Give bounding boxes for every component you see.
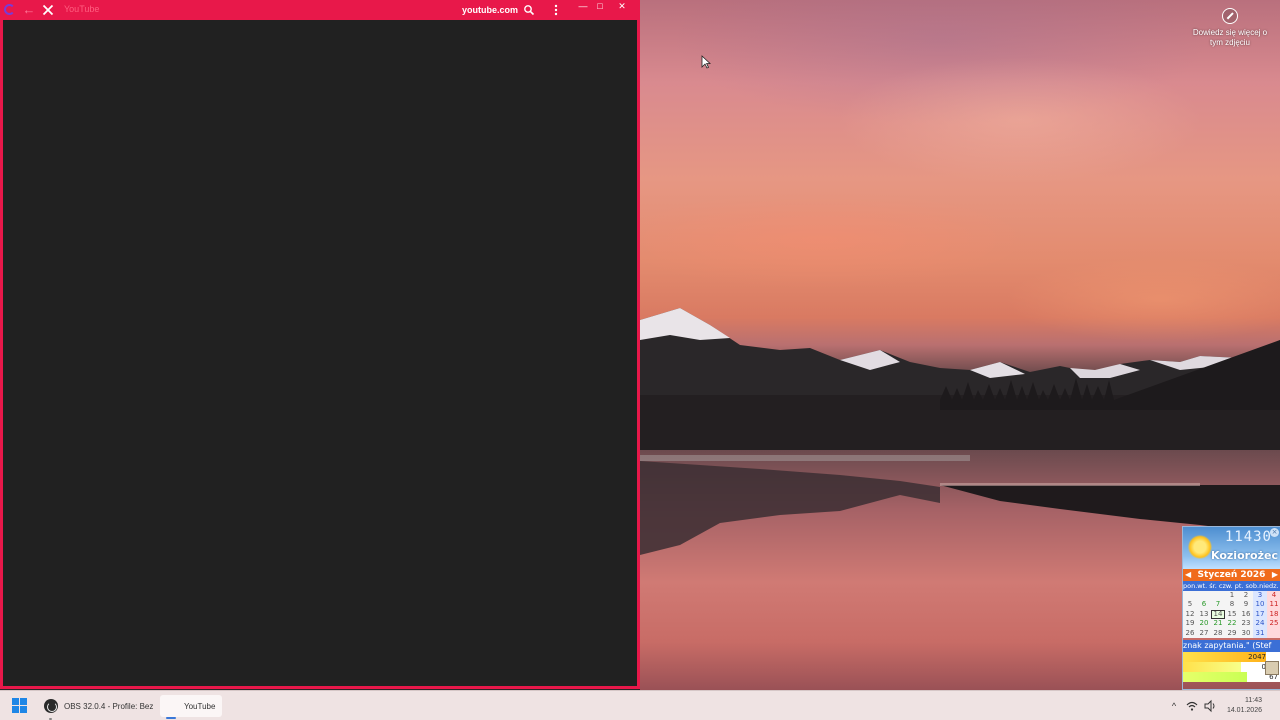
calendar-day[interactable]: 4	[1267, 591, 1280, 601]
browser-app-icon	[4, 4, 15, 15]
calendar-gadget[interactable]: 11430 × Koziorożec ◀ Styczeń 2026 ▶ pon.…	[1182, 526, 1280, 690]
spotlight-learn-more[interactable]: Dowiedz się więcej o tym zdjęciu	[1188, 6, 1272, 48]
browser-titlebar[interactable]: ← YouTube youtube.com — □ ✕	[0, 0, 640, 20]
calendar-day[interactable]	[1183, 591, 1197, 601]
calendar-day[interactable]: 16	[1239, 609, 1253, 620]
month-header: ◀ Styczeń 2026 ▶	[1183, 569, 1280, 581]
calendar-day[interactable]: 25	[1267, 619, 1280, 629]
calendar-day[interactable]: 26	[1183, 628, 1197, 638]
calendar-day[interactable]: 19	[1183, 619, 1197, 629]
calendar-day[interactable]: 20	[1197, 619, 1211, 629]
calendar-day[interactable]: 6	[1197, 600, 1211, 610]
clock-date: 14.01.2026	[1226, 707, 1262, 714]
calendar-day[interactable]: 1	[1225, 591, 1239, 601]
calendar-day[interactable]: 11	[1267, 600, 1280, 610]
page-title: YouTube	[64, 4, 100, 14]
calendar-day[interactable]: 10	[1253, 600, 1267, 610]
calendar-day[interactable]: 12	[1183, 609, 1197, 620]
calendar-day[interactable]: 27	[1197, 628, 1211, 638]
taskbar: OBS 32.0.4 - Profile: Bez YouTube ^ 11:4…	[0, 690, 1280, 720]
prev-month-icon[interactable]: ◀	[1185, 569, 1191, 581]
calendar-day[interactable]: 7	[1211, 600, 1225, 610]
calendar-day[interactable]: 3	[1253, 591, 1267, 601]
start-button[interactable]	[10, 697, 30, 715]
active-window-indicator	[166, 717, 176, 719]
calendar-day[interactable]: 15	[1225, 609, 1239, 620]
calendar-day[interactable]: 2	[1239, 591, 1253, 601]
volume-icon[interactable]	[1203, 699, 1217, 713]
calendar-day[interactable]: 30	[1239, 628, 1253, 638]
stop-loading-icon[interactable]	[40, 2, 56, 18]
tray-chevron-icon[interactable]: ^	[1167, 699, 1181, 713]
more-menu-icon[interactable]	[551, 3, 561, 17]
calendar-day[interactable]: 5	[1183, 600, 1197, 610]
gadget-header: 11430 × Koziorożec	[1183, 527, 1280, 569]
system-tray: ^ 11:43 14.01.2026	[1167, 691, 1280, 720]
mouse-cursor-icon	[701, 55, 711, 69]
calendar-day[interactable]: 8	[1225, 600, 1239, 610]
zoom-icon[interactable]	[523, 4, 535, 16]
calendar-day[interactable]: 14	[1211, 609, 1225, 620]
taskbar-item-youtube[interactable]: YouTube	[160, 695, 222, 717]
url-label[interactable]: youtube.com	[462, 5, 518, 15]
calendar-day[interactable]: 24	[1253, 619, 1267, 629]
next-month-icon[interactable]: ▶	[1272, 569, 1278, 581]
calendar-day[interactable]: 28	[1211, 628, 1225, 638]
gadget-time: 11430	[1224, 529, 1272, 545]
calendar-day[interactable]: 31	[1253, 628, 1267, 638]
calendar-day[interactable]	[1267, 628, 1280, 638]
sun-icon	[1188, 535, 1212, 559]
back-button[interactable]: ←	[22, 3, 36, 17]
minimize-button[interactable]: —	[575, 0, 591, 14]
calendar-day[interactable]: 17	[1253, 609, 1267, 620]
weekday-header: pon.wt. śr. czw. pt. sob.niedz.	[1183, 581, 1280, 591]
obs-icon	[44, 699, 58, 713]
quote-ticker: znak zapytania." (Stef	[1183, 639, 1280, 652]
maximize-button[interactable]: □	[592, 0, 608, 14]
calendar-grid: 1 2 3 4 5 6 7 8 9 10 11 12 13 14 15 16 17 18 19 20 21 22 23 24 2…	[1183, 591, 1280, 638]
calendar-day[interactable]	[1211, 591, 1225, 601]
mountain-range	[640, 308, 1280, 460]
taskbar-item-obs[interactable]: OBS 32.0.4 - Profile: Bez	[40, 695, 158, 717]
bar-1-value: 2047	[1248, 652, 1266, 661]
zodiac-sign: Koziorożec	[1211, 549, 1278, 562]
calendar-day[interactable]: 29	[1225, 628, 1239, 638]
calendar-day[interactable]: 9	[1239, 600, 1253, 610]
gadget-close-icon[interactable]: ×	[1270, 528, 1279, 537]
calendar-day[interactable]: 21	[1211, 619, 1225, 629]
calendar-day[interactable]: 18	[1267, 609, 1280, 620]
calendar-day[interactable]: 23	[1239, 619, 1253, 629]
camera-icon	[1222, 8, 1238, 24]
clock-time: 11:43	[1245, 697, 1262, 704]
close-button[interactable]: ✕	[614, 0, 630, 14]
calendar-day[interactable]: 13	[1197, 609, 1211, 620]
taskbar-clock[interactable]: 11:43 14.01.2026	[1227, 696, 1262, 716]
spotlight-text-line2: tym zdjęciu	[1209, 38, 1250, 47]
windows-logo-icon	[12, 698, 19, 705]
taskbar-item-youtube-label: YouTube	[184, 701, 216, 711]
calendar-day[interactable]: 22	[1225, 619, 1239, 629]
month-label: Styczeń 2026	[1197, 570, 1266, 580]
browser-window: ← YouTube youtube.com — □ ✕	[0, 0, 640, 689]
wifi-icon[interactable]	[1185, 699, 1199, 713]
taskbar-item-obs-label: OBS 32.0.4 - Profile: Bez	[64, 701, 154, 711]
note-icon[interactable]	[1265, 661, 1279, 675]
calendar-day[interactable]	[1197, 591, 1211, 601]
spotlight-text-line1: Dowiedz się więcej o	[1192, 28, 1268, 37]
